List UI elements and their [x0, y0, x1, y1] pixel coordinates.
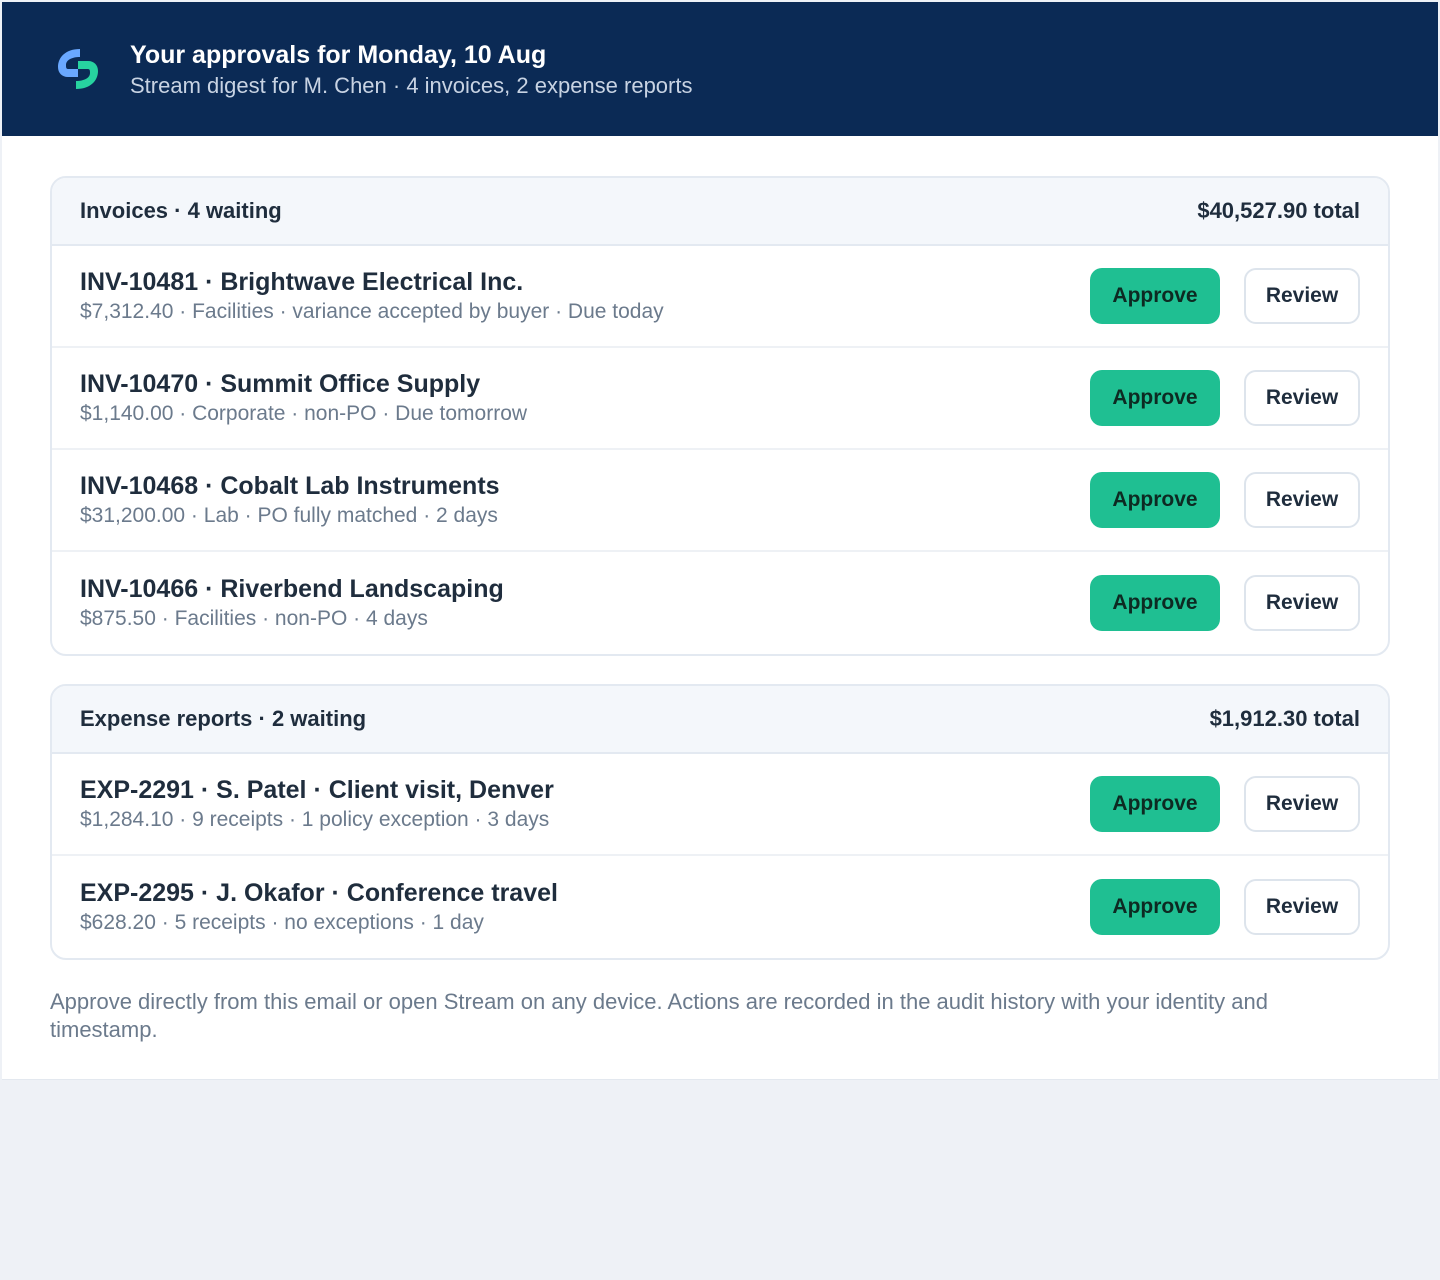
expense-actions: Approve Review [1090, 776, 1360, 832]
invoice-title: INV-10470 · Summit Office Supply [80, 370, 481, 398]
footer-note: Approve directly from this email or open… [50, 989, 1268, 1042]
approve-button[interactable]: Approve [1090, 776, 1220, 832]
expense-title: EXP-2295 · J. Okafor · Conference travel [80, 879, 558, 907]
invoices-card-header: Invoices · 4 waiting $40,527.90 total [52, 178, 1388, 246]
invoice-actions: Approve Review [1090, 575, 1360, 631]
invoice-actions: Approve Review [1090, 370, 1360, 426]
invoices-card: Invoices · 4 waiting $40,527.90 total IN… [50, 176, 1390, 656]
page-title: Your approvals for Monday, 10 Aug [130, 41, 547, 69]
invoice-meta: $1,140.00 · Corporate · non-PO · Due tom… [80, 402, 528, 425]
invoice-info: INV-10466 · Riverbend Landscaping $875.5… [80, 573, 504, 633]
expense-title: EXP-2291 · S. Patel · Client visit, Denv… [80, 776, 554, 804]
invoice-title: INV-10481 · Brightwave Electrical Inc. [80, 268, 524, 296]
email-container: Your approvals for Monday, 10 Aug Stream… [2, 2, 1438, 1080]
invoice-info: INV-10470 · Summit Office Supply $1,140.… [80, 368, 527, 428]
invoice-actions: Approve Review [1090, 268, 1360, 324]
approve-button[interactable]: Approve [1090, 879, 1220, 935]
invoices-card-title: Invoices · 4 waiting [80, 198, 282, 223]
review-button[interactable]: Review [1244, 575, 1360, 631]
expense-info: EXP-2291 · S. Patel · Client visit, Denv… [80, 774, 554, 834]
review-button[interactable]: Review [1244, 879, 1360, 935]
email-header: Your approvals for Monday, 10 Aug Stream… [2, 2, 1438, 136]
invoice-meta: $875.50 · Facilities · non-PO · 4 days [80, 607, 428, 630]
expense-row: EXP-2295 · J. Okafor · Conference travel… [52, 856, 1388, 958]
approve-button[interactable]: Approve [1090, 268, 1220, 324]
expense-meta: $1,284.10 · 9 receipts · 1 policy except… [80, 808, 550, 831]
approve-button[interactable]: Approve [1090, 575, 1220, 631]
invoice-info: INV-10481 · Brightwave Electrical Inc. $… [80, 266, 664, 326]
email-content: Invoices · 4 waiting $40,527.90 total IN… [2, 136, 1438, 1044]
review-button[interactable]: Review [1244, 776, 1360, 832]
review-button[interactable]: Review [1244, 268, 1360, 324]
invoice-row: INV-10468 · Cobalt Lab Instruments $31,2… [52, 450, 1388, 552]
expense-actions: Approve Review [1090, 879, 1360, 935]
invoice-meta: $31,200.00 · Lab · PO fully matched · 2 … [80, 504, 498, 527]
expense-info: EXP-2295 · J. Okafor · Conference travel… [80, 877, 558, 937]
review-button[interactable]: Review [1244, 472, 1360, 528]
approve-button[interactable]: Approve [1090, 472, 1220, 528]
header-text: Your approvals for Monday, 10 Aug Stream… [130, 37, 692, 101]
invoice-title: INV-10466 · Riverbend Landscaping [80, 575, 504, 603]
invoice-meta: $7,312.40 · Facilities · variance accept… [80, 300, 664, 323]
invoice-row: INV-10466 · Riverbend Landscaping $875.5… [52, 552, 1388, 654]
invoice-row: INV-10470 · Summit Office Supply $1,140.… [52, 348, 1388, 450]
approve-button[interactable]: Approve [1090, 370, 1220, 426]
invoice-info: INV-10468 · Cobalt Lab Instruments $31,2… [80, 470, 500, 530]
expenses-card-total: $1,912.30 total [1209, 706, 1360, 731]
invoices-card-total: $40,527.90 total [1197, 198, 1360, 223]
expense-meta: $628.20 · 5 receipts · no exceptions · 1… [80, 911, 484, 934]
page-subtitle: Stream digest for M. Chen · 4 invoices, … [130, 73, 693, 98]
expenses-card: Expense reports · 2 waiting $1,912.30 to… [50, 684, 1390, 960]
expense-row: EXP-2291 · S. Patel · Client visit, Denv… [52, 754, 1388, 856]
invoice-row: INV-10481 · Brightwave Electrical Inc. $… [52, 246, 1388, 348]
invoice-title: INV-10468 · Cobalt Lab Instruments [80, 472, 500, 500]
review-button[interactable]: Review [1244, 370, 1360, 426]
expenses-card-header: Expense reports · 2 waiting $1,912.30 to… [52, 686, 1388, 754]
stream-logo-icon [58, 49, 98, 89]
expenses-card-title: Expense reports · 2 waiting [80, 706, 367, 731]
invoice-actions: Approve Review [1090, 472, 1360, 528]
